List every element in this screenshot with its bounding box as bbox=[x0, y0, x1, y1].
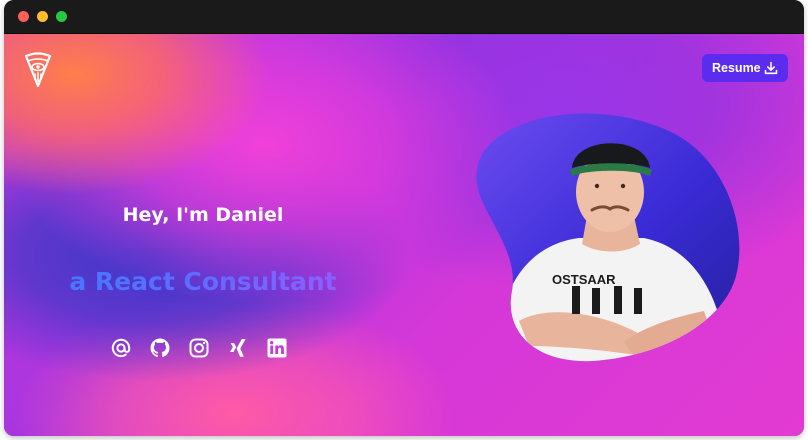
greeting-heading: Hey, I'm Daniel bbox=[122, 204, 284, 226]
pizza-eye-logo-icon[interactable] bbox=[24, 52, 52, 88]
hero-section: Resume Hey, I'm Daniel a React Consultan… bbox=[4, 34, 804, 436]
resume-button-label: Resume bbox=[712, 61, 761, 75]
role-tagline: a React Consultant bbox=[4, 267, 402, 296]
browser-window: Resume Hey, I'm Daniel a React Consultan… bbox=[4, 0, 804, 436]
github-icon[interactable] bbox=[149, 337, 171, 359]
maximize-window-button[interactable] bbox=[56, 11, 67, 22]
resume-button[interactable]: Resume bbox=[702, 54, 788, 82]
profile-portrait: OSTSAAR bbox=[474, 106, 744, 366]
window-titlebar bbox=[4, 0, 804, 34]
minimize-window-button[interactable] bbox=[37, 11, 48, 22]
instagram-icon[interactable] bbox=[188, 337, 210, 359]
social-links bbox=[110, 337, 288, 359]
download-icon bbox=[764, 61, 778, 75]
email-link-at-icon[interactable] bbox=[110, 337, 132, 359]
linkedin-icon[interactable] bbox=[266, 337, 288, 359]
close-window-button[interactable] bbox=[18, 11, 29, 22]
shirt-print-text: OSTSAAR bbox=[552, 272, 616, 287]
xing-icon[interactable] bbox=[227, 337, 249, 359]
